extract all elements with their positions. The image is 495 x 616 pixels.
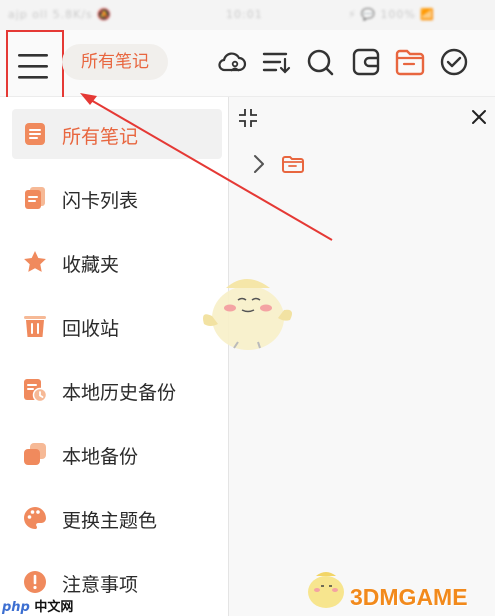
chevron-right-icon[interactable] — [251, 153, 267, 175]
drawer-item-all-notes[interactable]: 所有笔记 — [12, 109, 222, 159]
mascot-logo — [308, 572, 344, 608]
drawer-item-label: 更换主题色 — [62, 510, 158, 532]
watermark-php: php 中文网 — [2, 596, 73, 615]
cloud-user-icon[interactable] — [216, 46, 248, 78]
status-time: 10:01 — [226, 8, 263, 21]
drawer-item-local-backup[interactable]: 本地备份 — [12, 429, 222, 479]
drawer-item-recycle-bin[interactable]: 回收站 — [12, 301, 222, 351]
palette-icon — [22, 505, 48, 531]
sort-icon[interactable] — [260, 46, 292, 78]
status-right: ⚡ 💬 100% 📶 — [348, 8, 436, 21]
watermark-3dm: 3DMGAME — [350, 584, 468, 610]
status-left: ajp oll 5.8K/s 🔕 — [8, 8, 112, 21]
drawer-item-label: 注意事项 — [62, 574, 139, 596]
mascot-watermark — [203, 279, 292, 350]
drawer-item-label: 本地备份 — [62, 446, 139, 468]
alert-icon — [22, 569, 48, 595]
star-icon — [22, 249, 48, 275]
wallet-icon[interactable] — [350, 46, 382, 78]
backup-icon — [22, 441, 48, 467]
drawer-item-label: 所有笔记 — [62, 126, 139, 148]
check-circle-icon[interactable] — [438, 46, 470, 78]
drawer-item-flashcards[interactable]: 闪卡列表 — [12, 173, 222, 223]
flashcards-icon — [22, 185, 48, 211]
history-backup-icon — [22, 377, 48, 403]
content-pane — [229, 97, 495, 616]
drawer-item-label: 本地历史备份 — [62, 382, 177, 404]
close-icon[interactable] — [469, 107, 489, 127]
drawer-item-label: 回收站 — [62, 318, 120, 340]
collapse-icon[interactable] — [237, 107, 259, 129]
top-toolbar: 所有笔记 — [0, 30, 495, 100]
drawer-item-local-history-backup[interactable]: 本地历史备份 — [12, 365, 222, 415]
notes-icon — [22, 121, 48, 147]
drawer-item-favorites[interactable]: 收藏夹 — [12, 237, 222, 287]
search-icon[interactable] — [304, 46, 336, 78]
watermark-php-text: 中文网 — [34, 600, 74, 615]
menu-button[interactable] — [6, 30, 64, 100]
navigation-drawer: 所有笔记 闪卡列表 收藏夹 回收站 本地历史备份 本地备份 更换主题色 注意事项 — [0, 97, 229, 616]
drawer-item-label: 闪卡列表 — [62, 190, 139, 212]
watermark-php-brand: php — [2, 600, 30, 615]
folder-icon[interactable] — [281, 154, 305, 174]
hamburger-icon — [18, 54, 48, 79]
current-folder-title[interactable]: 所有笔记 — [62, 44, 168, 80]
trash-icon — [22, 313, 48, 339]
drawer-item-label: 收藏夹 — [62, 254, 120, 276]
status-bar: ajp oll 5.8K/s 🔕 10:01 ⚡ 💬 100% 📶 — [0, 0, 495, 30]
folder-icon[interactable] — [394, 46, 426, 78]
drawer-item-change-theme-color[interactable]: 更换主题色 — [12, 493, 222, 543]
